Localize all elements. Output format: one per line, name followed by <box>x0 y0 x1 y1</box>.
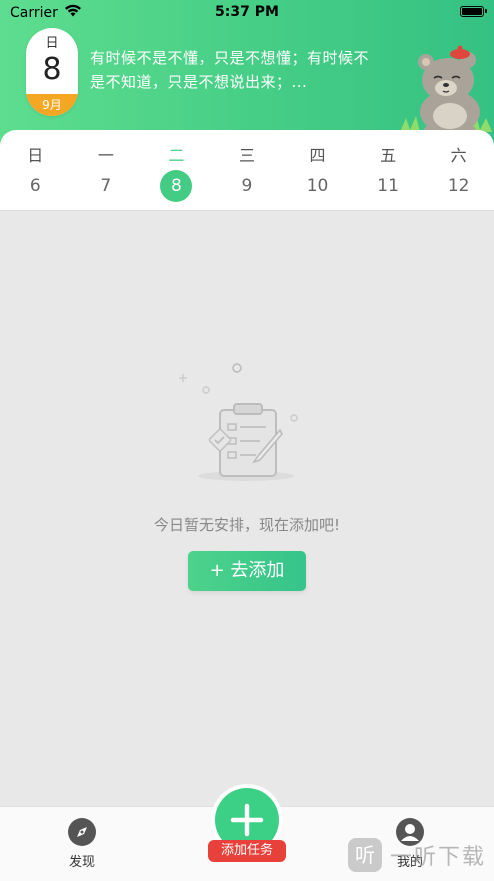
watermark: 听 一听下载 <box>347 838 486 872</box>
weekday-label: 一 <box>97 146 114 165</box>
watermark-logo-icon: 听 <box>347 838 382 872</box>
calendar-day[interactable]: 9 <box>231 170 263 202</box>
plus-icon <box>230 803 264 837</box>
date-badge-day: 8 <box>42 52 62 87</box>
date-badge[interactable]: 日 8 9月 <box>26 28 78 116</box>
empty-clipboard-icon <box>170 360 310 490</box>
weekday-label: 六 <box>450 146 467 165</box>
date-badge-weekday: 日 <box>45 36 59 51</box>
calendar-day[interactable]: 10 <box>302 170 334 202</box>
status-bar: Carrier 5:37 PM <box>0 0 494 26</box>
tab-discover-label: 发现 <box>68 855 95 870</box>
compass-icon <box>67 817 97 847</box>
empty-state-message: 今日暂无安排，现在添加吧! <box>153 516 340 534</box>
weekday-label: 三 <box>238 146 255 165</box>
watermark-text: 一听下载 <box>389 845 486 870</box>
weekday-label: 五 <box>380 146 397 165</box>
add-task-label[interactable]: 添加任务 <box>208 840 286 862</box>
calendar-day[interactable]: 6 <box>19 170 51 202</box>
calendar-day-selected[interactable]: 8 <box>160 170 193 202</box>
calendar-day[interactable]: 7 <box>90 170 122 202</box>
daily-quote: 有时候不是不懂，只是不想懂；有时候不是不知道，只是不想说出来；... <box>90 49 370 91</box>
week-calendar-strip: 日 一 二 三 四 五 六 6 7 8 9 10 11 12 <box>0 130 494 211</box>
battery-icon <box>460 6 487 17</box>
tab-discover[interactable]: 发现 <box>52 817 112 870</box>
date-badge-month: 9月 <box>26 94 78 116</box>
week-days: 6 7 8 9 10 11 12 <box>0 170 494 202</box>
bear-mascot-icon <box>400 40 492 136</box>
calendar-day[interactable]: 12 <box>443 170 475 202</box>
calendar-day[interactable]: 11 <box>372 170 404 202</box>
weekday-label-selected: 二 <box>168 146 185 165</box>
go-add-button[interactable]: + 去添加 <box>188 551 306 591</box>
weekday-labels: 日 一 二 三 四 五 六 <box>0 142 494 166</box>
status-time: 5:37 PM <box>215 4 279 20</box>
weekday-label: 四 <box>309 146 326 165</box>
weekday-label: 日 <box>27 146 44 165</box>
